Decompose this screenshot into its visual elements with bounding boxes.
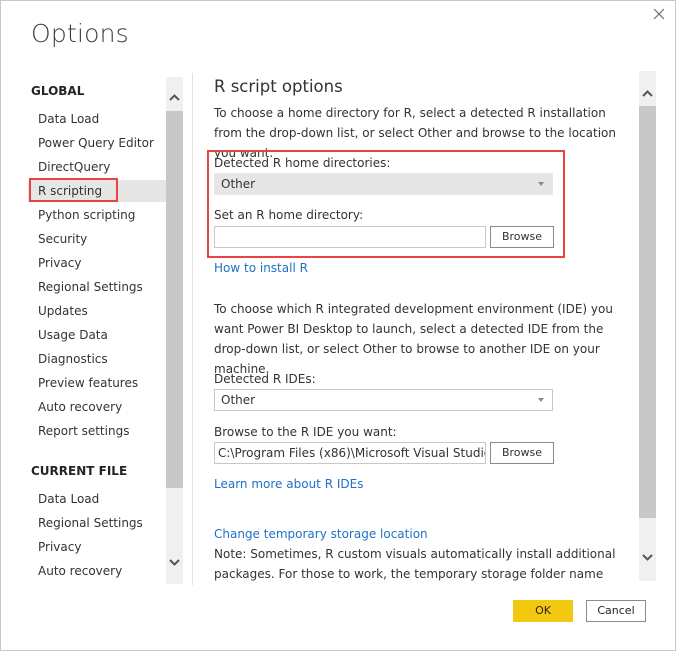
nav-item-diagnostics[interactable]: Diagnostics: [28, 348, 166, 370]
chevron-down-icon: [642, 553, 653, 561]
nav-item-power-query-editor[interactable]: Power Query Editor: [28, 132, 166, 154]
content-scroll-thumb[interactable]: [639, 106, 656, 518]
nav-item-preview-features[interactable]: Preview features: [28, 372, 166, 394]
chevron-up-icon: [169, 93, 180, 101]
section-heading: R script options: [214, 77, 343, 96]
detected-ide-label: Detected R IDEs:: [214, 372, 316, 386]
nav-item-data-load[interactable]: Data Load: [28, 108, 166, 130]
chevron-down-icon: [169, 558, 180, 566]
detected-ide-dropdown[interactable]: Other: [214, 389, 553, 411]
temp-storage-note: Note: Sometimes, R custom visuals automa…: [214, 547, 616, 581]
change-temp-storage-link[interactable]: Change temporary storage location: [214, 527, 428, 541]
dialog-title: Options: [31, 19, 129, 48]
nav-item-python-scripting[interactable]: Python scripting: [28, 204, 166, 226]
learn-more-r-ides-link[interactable]: Learn more about R IDEs: [214, 477, 363, 491]
browse-ide-label: Browse to the R IDE you want:: [214, 425, 397, 439]
nav-item-usage-data[interactable]: Usage Data: [28, 324, 166, 346]
nav-item-updates[interactable]: Updates: [28, 300, 166, 322]
pane-divider: [192, 73, 193, 585]
nav-item-report-settings[interactable]: Report settings: [28, 420, 166, 442]
detected-ide-value: Other: [221, 393, 256, 407]
nav-scroll-down-button[interactable]: [166, 552, 183, 572]
nav-item-auto-recovery[interactable]: Auto recovery: [28, 396, 166, 418]
nav-annotation-highlight: [29, 178, 118, 202]
dropdown-arrow-icon: [538, 398, 544, 402]
nav-item-directquery[interactable]: DirectQuery: [28, 156, 166, 178]
nav-scroll-thumb[interactable]: [166, 111, 183, 488]
nav-item-privacy[interactable]: Privacy: [28, 252, 166, 274]
how-to-install-r-link[interactable]: How to install R: [214, 261, 308, 275]
close-icon: [653, 8, 665, 20]
content-scrollbar[interactable]: [639, 71, 656, 581]
nav-item-cf-privacy[interactable]: Privacy: [28, 536, 166, 558]
browse-ide-button[interactable]: Browse: [490, 442, 554, 464]
content-scroll-down-button[interactable]: [639, 547, 656, 567]
nav-scroll-up-button[interactable]: [166, 87, 183, 107]
nav-item-security[interactable]: Security: [28, 228, 166, 250]
annotation-highlight-box: [207, 150, 565, 258]
ide-intro-text: To choose which R integrated development…: [214, 302, 613, 376]
options-dialog: Options GLOBAL Data Load Power Query Edi…: [0, 0, 676, 651]
nav-section-global: GLOBAL: [31, 84, 85, 98]
content-scroll-up-button[interactable]: [639, 83, 656, 103]
nav-item-cf-regional-settings[interactable]: Regional Settings: [28, 512, 166, 534]
chevron-up-icon: [642, 89, 653, 97]
nav-item-cf-auto-recovery[interactable]: Auto recovery: [28, 560, 166, 582]
nav-section-current-file: CURRENT FILE: [31, 464, 128, 478]
close-button[interactable]: [650, 5, 668, 23]
nav-item-cf-data-load[interactable]: Data Load: [28, 488, 166, 510]
nav-scrollbar[interactable]: [166, 77, 183, 584]
nav-item-regional-settings[interactable]: Regional Settings: [28, 276, 166, 298]
ok-button[interactable]: OK: [513, 600, 573, 622]
r-ide-path-input[interactable]: C:\Program Files (x86)\Microsoft Visual …: [214, 442, 486, 464]
cancel-button[interactable]: Cancel: [586, 600, 646, 622]
